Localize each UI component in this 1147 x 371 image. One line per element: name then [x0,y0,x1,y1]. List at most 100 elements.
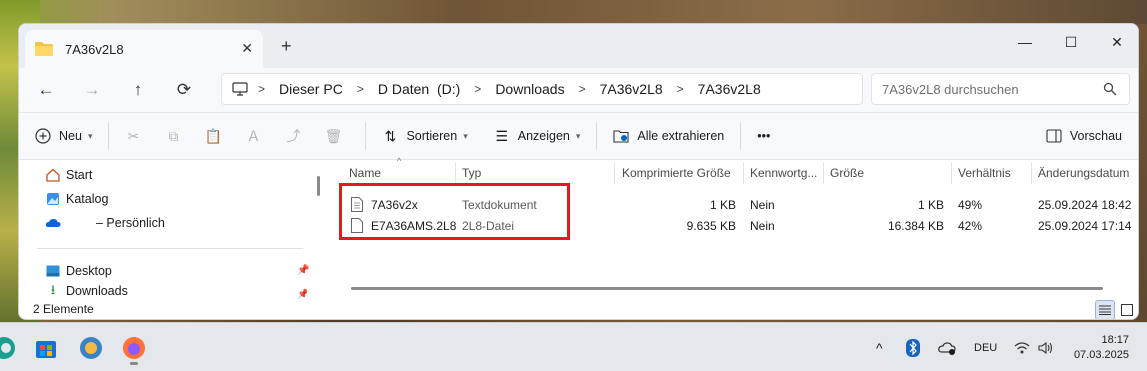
pin-icon[interactable]: 📌 [297,265,309,277]
column-header-size[interactable]: Größe [830,160,950,186]
file-ratio: 49% [958,197,983,212]
file-size: 1 KB [917,197,944,212]
file-compressed-size: 9.635 KB [686,218,736,233]
sidebar-item-downloads[interactable]: ⭳ Downloads [45,284,128,300]
breadcrumb-current-folder[interactable]: 7A36v2L8 [698,81,761,97]
chevron-right-icon: > [258,82,266,96]
chevron-right-icon: > [356,82,364,96]
more-options-button[interactable]: ••• [749,120,778,152]
breadcrumb-downloads[interactable]: Downloads [495,81,564,97]
copy-button[interactable]: ⧉ [157,120,197,152]
chevron-right-icon: > [578,82,586,96]
breadcrumb-d-drive[interactable]: D Daten (D:) [378,81,460,97]
sidebar-item-katalog[interactable]: Katalog [45,188,108,210]
sidebar-item-onedrive[interactable]: – Persönlich [45,212,165,234]
copy-icon: ⧉ [168,127,179,144]
maximize-button[interactable]: ☐ [1048,28,1094,56]
address-bar[interactable]: > Dieser PC > D Daten (D:) > Downloads >… [221,73,863,105]
chevron-down-icon: ▾ [87,130,93,141]
more-icon: ••• [757,129,771,143]
refresh-button[interactable]: ⟳ [161,73,207,107]
tab-title: 7A36v2L8 [65,41,124,57]
view-label: Anzeigen [517,129,570,143]
red-highlight-box [339,183,570,240]
preview-pane-icon [1046,128,1062,144]
preview-button[interactable]: Vorschau [1038,120,1130,152]
file-modified: 25.09.2024 18:42 [1038,197,1132,212]
extract-label: Alle extrahieren [637,129,725,143]
download-icon: ⭳ [50,284,56,297]
column-header-password[interactable]: Kennwortg... [750,160,822,186]
extract-all-button[interactable]: Alle extrahieren [605,120,732,152]
column-label: Kennwortg... [750,166,818,180]
minimize-button[interactable]: — [1002,28,1048,56]
sidebar-item-start[interactable]: Start [45,164,92,186]
command-bar: Neu ▾ ✂ ⧉ 📋 Ａ ⤴ 🗑 ⇅ Sortieren ▾ ☰ Anzeig… [19,112,1138,160]
sidebar-item-desktop[interactable]: Desktop [45,260,112,282]
back-button[interactable]: ← [23,73,69,107]
up-button[interactable]: ↑ [115,73,161,107]
desktop-wallpaper-top [0,0,1147,24]
column-divider [743,162,744,184]
file-explorer-window: 7A36v2L8 ✕ + — ☐ ✕ ← → ↑ ⟳ > Dieser PC >… [18,23,1139,320]
sort-button[interactable]: ⇅ Sortieren ▾ [374,120,475,152]
input-language[interactable]: DEU [974,323,997,371]
file-list: Name ^ Typ Komprimierte Größe Kennwortg.… [331,156,1138,300]
horizontal-scrollbar[interactable] [351,287,1103,290]
sidebar-item-label: Katalog [66,192,109,206]
extract-folder-icon [613,128,629,144]
sidebar-scrollbar[interactable] [317,176,320,196]
volume-icon[interactable] [1038,323,1054,371]
navigation-bar: ← → ↑ ⟳ > Dieser PC > D Daten (D:) > Dow… [19,68,1138,112]
tab-close-icon[interactable]: ✕ [241,40,253,57]
sidebar-item-label: Desktop [66,264,112,278]
cut-button[interactable]: ✂ [117,120,157,152]
preview-label: Vorschau [1069,129,1122,143]
breadcrumb-dieser-pc[interactable]: Dieser PC [279,81,343,97]
share-button[interactable]: ⤴ [277,120,317,152]
tiles-view-button[interactable] [1117,300,1137,319]
settings-app-icon[interactable] [79,336,103,360]
search-input[interactable]: 7A36v2L8 durchsuchen [871,73,1130,105]
column-label: Verhältnis [958,166,1011,180]
sort-icon: ⇅ [384,127,397,144]
new-button[interactable]: Neu ▾ [27,120,100,152]
details-view-icon [1099,305,1111,315]
onedrive-sync-icon[interactable] [938,323,956,371]
paste-button[interactable]: 📋 [197,120,237,152]
details-view-button[interactable] [1095,300,1115,319]
close-window-button[interactable]: ✕ [1094,28,1138,56]
search-icon[interactable] [1103,82,1117,96]
show-hidden-icons-button[interactable]: ^ [876,323,883,371]
pin-icon[interactable]: 📌 [297,289,307,300]
status-bar: 2 Elemente [19,300,1138,319]
wifi-icon[interactable] [1014,323,1030,371]
forward-button[interactable]: → [69,73,115,107]
bluetooth-icon[interactable] [906,323,920,371]
trash-icon: 🗑 [324,127,343,144]
column-header-ratio[interactable]: Verhältnis [958,160,1030,186]
view-button[interactable]: ☰ Anzeigen ▾ [486,120,589,152]
chevron-down-icon: ▾ [575,130,581,141]
column-header-modified[interactable]: Änderungsdatum [1038,160,1138,186]
rename-button[interactable]: Ａ [237,120,277,152]
delete-button[interactable]: 🗑 [317,120,357,152]
column-header-compressed[interactable]: Komprimierte Größe [622,160,742,186]
sidebar-item-label: Start [66,168,93,182]
sort-label: Sortieren [406,129,458,143]
clipboard-icon: 📋 [204,127,223,144]
clock-date: 07.03.2025 [1073,349,1129,361]
title-bar: 7A36v2L8 ✕ + — ☐ ✕ [19,24,1138,68]
tab-7a36v2l8[interactable]: 7A36v2L8 ✕ [25,30,263,68]
tiles-view-icon [1121,304,1133,316]
file-modified: 25.09.2024 17:14 [1038,218,1132,233]
firefox-icon[interactable] [122,336,146,365]
new-tab-button[interactable]: + [281,36,292,57]
store-icon[interactable] [34,336,58,360]
edge-icon[interactable] [0,336,16,360]
clock[interactable]: 18:17 07.03.2025 [1074,333,1129,363]
breadcrumb-archive[interactable]: 7A36v2L8 [600,81,663,97]
rename-icon: Ａ [246,128,261,144]
column-label: Änderungsdatum [1038,166,1130,180]
file-password: Nein [750,218,775,233]
